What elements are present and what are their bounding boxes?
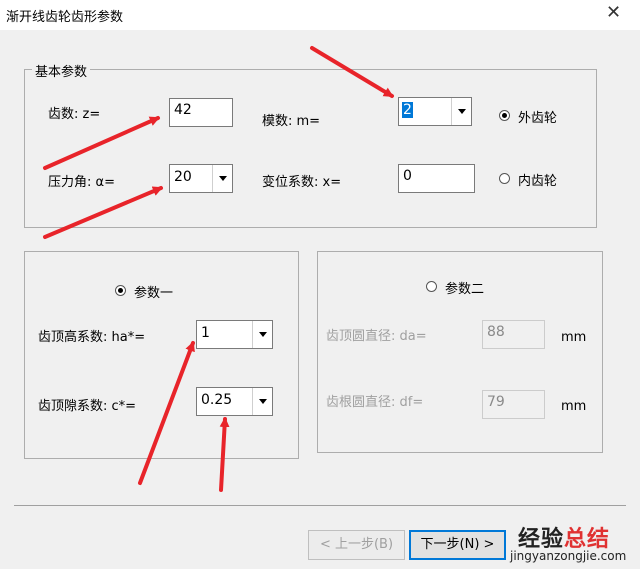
arrow-to-clearance <box>219 417 230 492</box>
arrow-to-addendum <box>138 341 195 485</box>
arrow-group <box>43 46 394 492</box>
arrow-to-teeth <box>43 116 160 170</box>
annotation-arrows <box>43 46 394 492</box>
arrow-to-module <box>310 46 394 98</box>
arrow-to-pressure <box>43 186 163 239</box>
